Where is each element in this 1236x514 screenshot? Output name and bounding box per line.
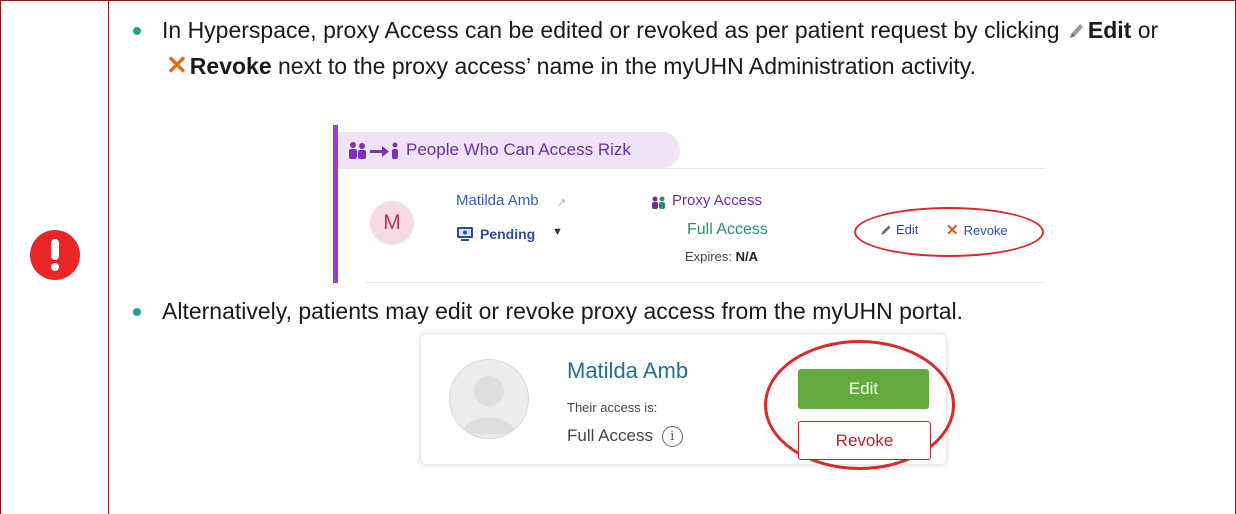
- revoke-link-label: Revoke: [963, 223, 1008, 238]
- proxy-name-link[interactable]: Matilda Amb: [456, 192, 539, 209]
- expires-label: Expires:: [685, 249, 732, 264]
- x-icon: ✕: [946, 222, 959, 239]
- caret-down-icon[interactable]: ▼: [552, 226, 563, 238]
- status-dropdown[interactable]: Pending: [480, 226, 535, 242]
- expires-line: Expires: N/A: [685, 249, 758, 264]
- bullet-1-text: In Hyperspace, proxy Access can be edite…: [162, 14, 1222, 83]
- or-word: or: [1137, 17, 1159, 43]
- revoke-link[interactable]: ✕ Revoke: [946, 221, 1008, 239]
- access-level: Full Access: [687, 221, 768, 238]
- avatar: M: [370, 201, 414, 245]
- section-title: People Who Can Access Rizk: [406, 140, 631, 159]
- proxy-people-icon: [651, 196, 667, 215]
- edit-button[interactable]: Edit: [798, 369, 929, 409]
- x-icon: ✕: [166, 50, 188, 80]
- bullet-1-intro: In Hyperspace, proxy Access can be edite…: [162, 17, 1060, 43]
- revoke-keyword: Revoke: [189, 53, 272, 79]
- divider: [338, 168, 1045, 169]
- access-level: Full Access: [567, 426, 653, 445]
- access-type-label: Proxy Access: [672, 192, 763, 209]
- people-arrow-icon: [348, 141, 402, 166]
- pencil-icon: [881, 225, 891, 235]
- their-access-label: Their access is:: [567, 400, 658, 415]
- expires-value: N/A: [735, 249, 758, 264]
- external-link-icon: ↗: [557, 197, 567, 209]
- myuhn-proxy-card: Matilda Amb Their access is: Full Access…: [420, 333, 955, 470]
- bullet-point: [133, 27, 141, 35]
- table-column-divider: [108, 0, 109, 514]
- edit-link-label: Edit: [896, 222, 919, 237]
- bullet-2-text: Alternatively, patients may edit or revo…: [162, 298, 964, 324]
- access-level-line: Full Access i: [567, 426, 683, 447]
- monitor-icon: [456, 226, 474, 247]
- edit-keyword: Edit: [1087, 17, 1132, 43]
- pencil-icon: [1068, 16, 1084, 49]
- revoke-button[interactable]: Revoke: [798, 421, 931, 460]
- exclamation-icon: [30, 230, 80, 280]
- divider: [366, 282, 1045, 283]
- section-header: People Who Can Access Rizk: [338, 132, 680, 168]
- proxy-name: Matilda Amb: [567, 358, 689, 383]
- hyperspace-screenshot: People Who Can Access Rizk M Matilda Amb…: [333, 125, 1045, 283]
- bullet-1-outro: next to the proxy access’ name in the my…: [278, 53, 976, 79]
- avatar-placeholder: [449, 359, 529, 439]
- table-border-left: [0, 0, 1, 514]
- bullet-point: [133, 308, 141, 316]
- table-border-top: [0, 0, 1236, 1]
- edit-link[interactable]: Edit: [880, 222, 918, 237]
- info-icon[interactable]: i: [661, 426, 683, 447]
